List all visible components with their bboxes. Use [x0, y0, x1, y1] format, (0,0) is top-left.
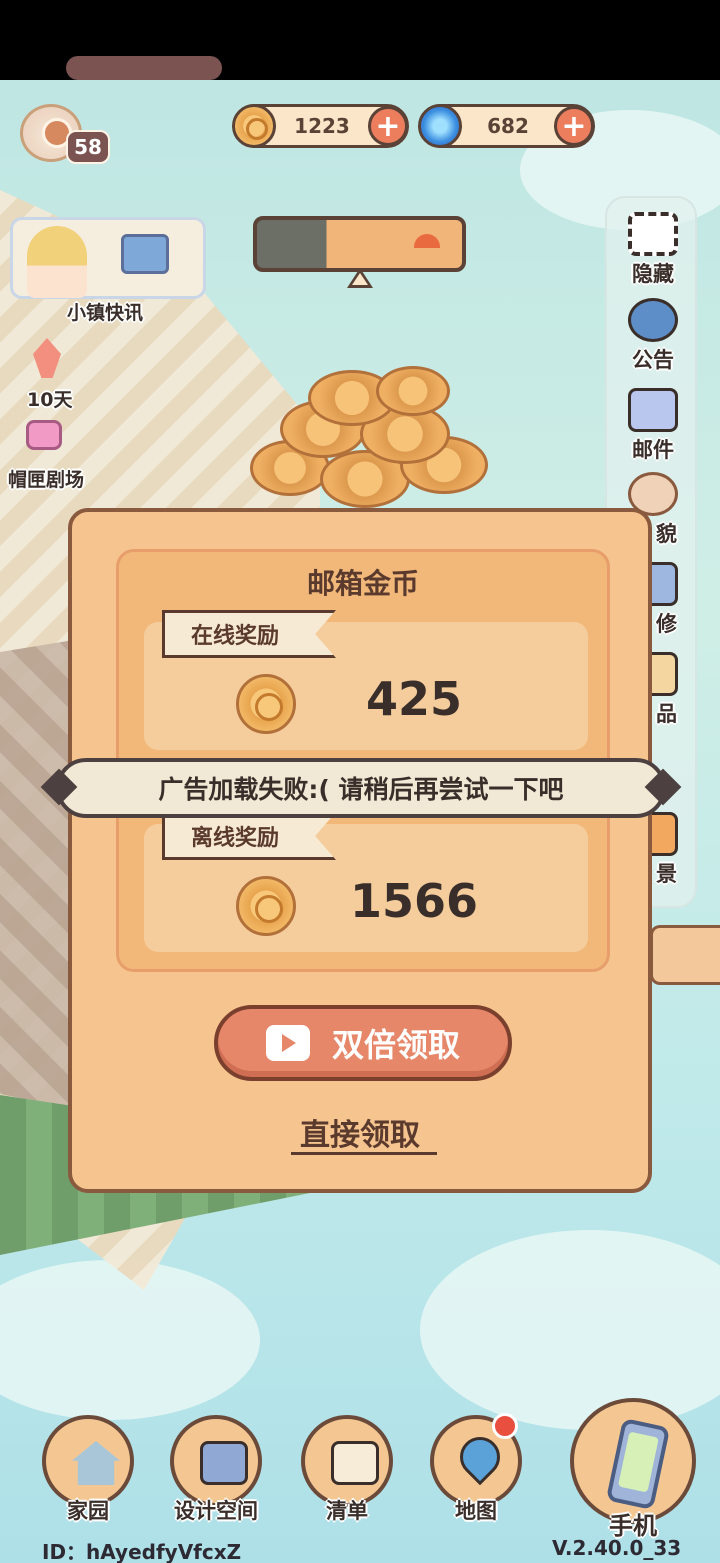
direct-claim-underline: [291, 1152, 437, 1155]
offline-reward-value: 1566: [349, 874, 479, 928]
sidebar-item-mail[interactable]: 邮件: [607, 388, 699, 464]
nav-circle: [170, 1415, 262, 1507]
sidebar-item-label: 隐藏: [632, 262, 674, 286]
offline-reward-tag: 离线奖励: [162, 812, 337, 860]
nav-design-space-label: 设计空间: [174, 1499, 258, 1523]
offline-reward-box: 离线奖励 1566: [144, 812, 588, 952]
version-label: V.2.40.0_33: [552, 1536, 682, 1560]
town-news-card[interactable]: [10, 217, 206, 299]
player-id: ID：hAyedfyVfcxZ: [42, 1540, 242, 1563]
mail-icon: [628, 388, 678, 432]
level-progress-bar: [66, 56, 222, 80]
add-gems-button[interactable]: +: [554, 106, 594, 146]
cloud: [0, 1260, 260, 1420]
nav-home-button[interactable]: 家园: [38, 1415, 138, 1523]
direct-claim-link[interactable]: 直接领取: [72, 1110, 648, 1154]
level-badge: 58: [66, 130, 110, 164]
nav-circle: [42, 1415, 134, 1507]
coin-icon: [236, 674, 296, 734]
video-play-icon: [265, 1025, 310, 1061]
gem-icon: [418, 104, 462, 148]
online-reward-value: 425: [365, 672, 463, 726]
toast-message: 广告加载失败:( 请稍后再尝试一下吧: [158, 775, 564, 804]
online-reward-tag: 在线奖励: [162, 610, 337, 658]
nav-map-button[interactable]: 地图: [426, 1413, 526, 1523]
pile-coin: [376, 366, 450, 416]
phone-icon: [605, 1417, 671, 1511]
coin-pile-icon: [220, 366, 510, 520]
mailbox-coins-dialog: 邮箱金币 在线奖励 425 离线奖励 1566 双倍领取 直接领取: [68, 508, 652, 1193]
blueprint-icon: [200, 1441, 248, 1485]
add-coins-button[interactable]: +: [368, 106, 408, 146]
coin-icon: [232, 104, 276, 148]
nav-phone-button[interactable]: 手机: [568, 1398, 698, 1540]
weather-pointer-icon: [347, 268, 373, 288]
sidebar-item-hide[interactable]: 隐藏: [607, 212, 699, 288]
sun-icon: [414, 234, 440, 248]
nav-map-label: 地图: [455, 1499, 497, 1523]
double-claim-label: 双倍领取: [331, 1026, 460, 1064]
nav-list-label: 清单: [326, 1499, 368, 1523]
notification-dot: [492, 1413, 518, 1439]
ad-failed-toast: 广告加载失败:( 请稍后再尝试一下吧: [56, 758, 666, 818]
online-reward-box: 在线奖励 425: [144, 610, 588, 750]
hide-frame-icon: [628, 212, 678, 256]
nav-design-space-button[interactable]: 设计空间: [166, 1415, 266, 1523]
nav-list-button[interactable]: 清单: [297, 1415, 397, 1523]
coin-amount: 1223: [294, 114, 350, 138]
weather-timeline[interactable]: [253, 216, 466, 272]
gem-amount: 682: [487, 114, 529, 138]
sidebar-item-announcement[interactable]: 公告: [607, 298, 699, 374]
news-character-icon: [27, 226, 87, 298]
gem-counter: 682 +: [418, 104, 595, 148]
double-claim-button[interactable]: 双倍领取: [214, 1005, 512, 1081]
checklist-icon: [331, 1441, 379, 1485]
sidebar-item-label: 公告: [632, 348, 674, 372]
nav-circle: [301, 1415, 393, 1507]
nav-home-label: 家园: [67, 1499, 109, 1523]
house-icon: [72, 1441, 120, 1485]
dialog-title: 邮箱金币: [306, 567, 419, 600]
hatbox-theater-icon[interactable]: [26, 420, 62, 450]
coin-icon: [236, 876, 296, 936]
event-days-label[interactable]: 10天: [27, 385, 72, 412]
coin-counter: 1223 +: [232, 104, 409, 148]
megaphone-icon: [628, 298, 678, 342]
hatbox-theater-label[interactable]: 帽匣剧场: [8, 465, 84, 492]
town-news-label[interactable]: 小镇快讯: [67, 298, 143, 325]
expand-arrow-button[interactable]: [650, 925, 720, 985]
sidebar-item-label: 邮件: [632, 438, 674, 462]
news-chest-icon: [121, 234, 169, 274]
